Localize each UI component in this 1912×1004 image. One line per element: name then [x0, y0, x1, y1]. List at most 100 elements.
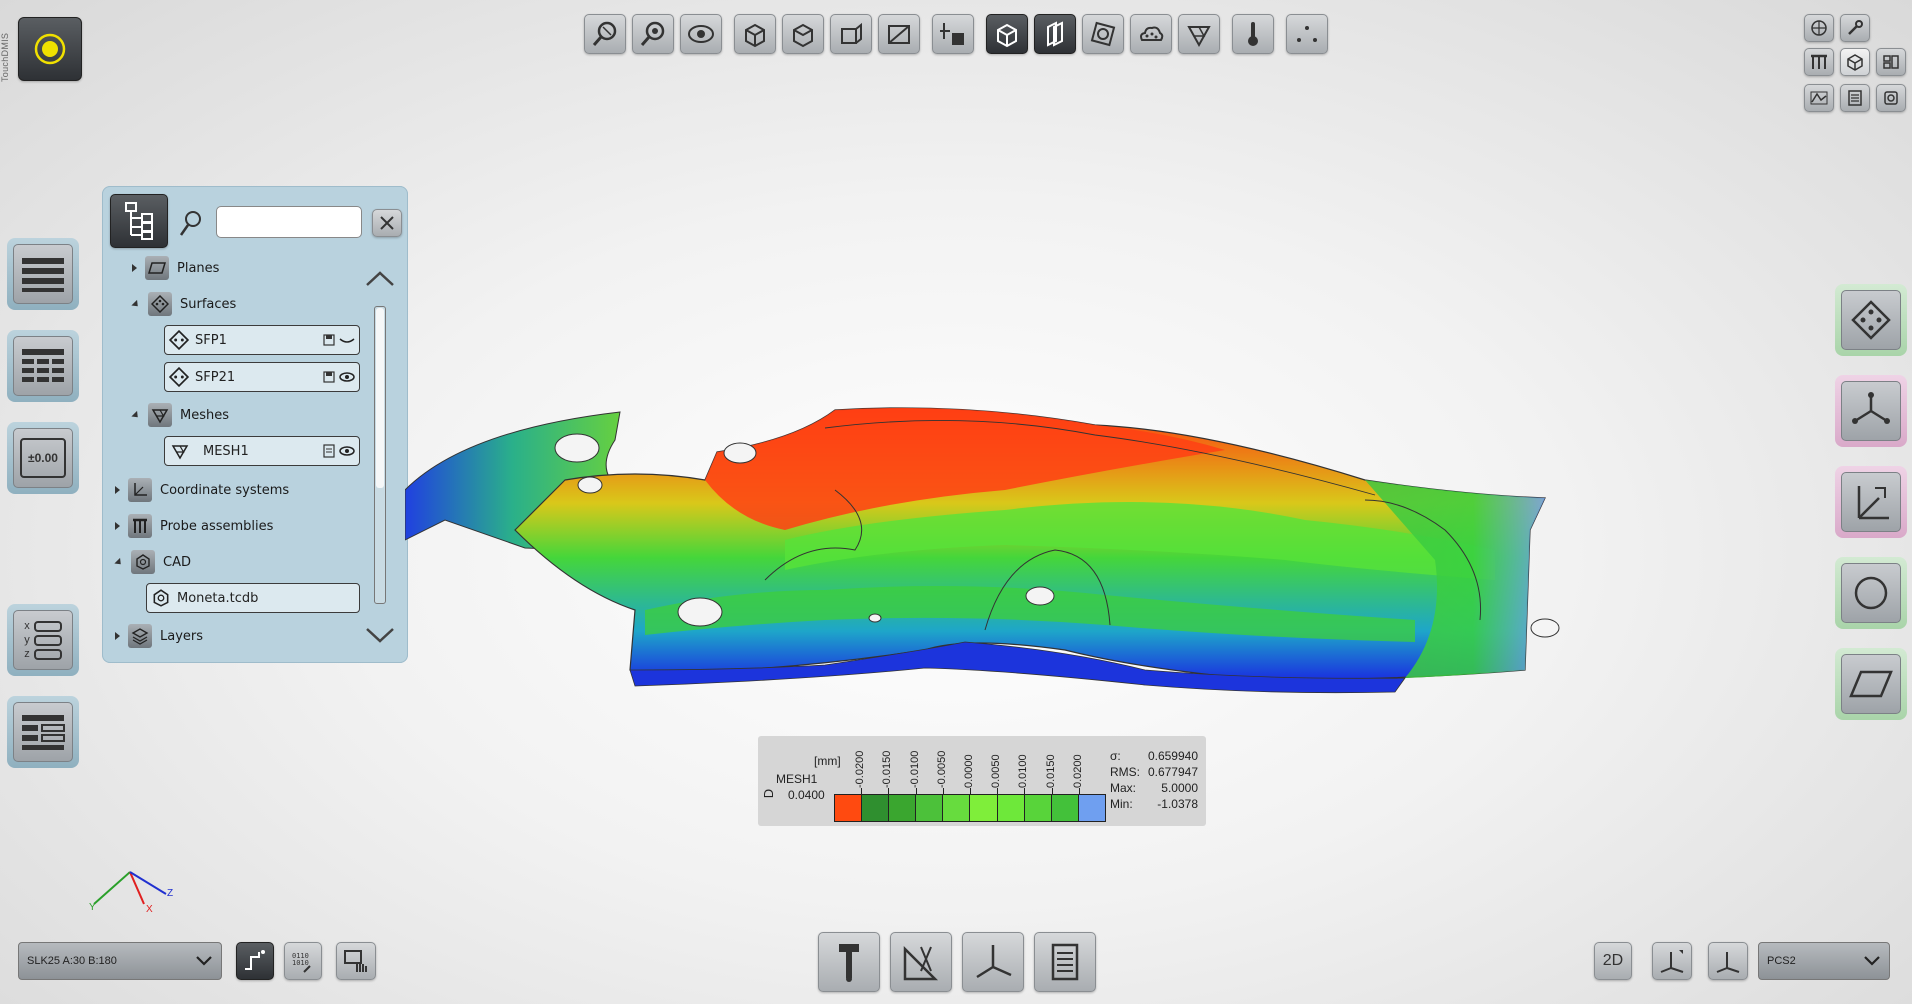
record-button[interactable]: [18, 17, 82, 81]
legend-color-swatch: [1077, 795, 1105, 821]
collapse-arrow-icon[interactable]: [131, 410, 141, 420]
close-icon: [380, 216, 394, 230]
surface-view-button[interactable]: [1034, 14, 1076, 54]
binary-mode-button[interactable]: 0110 1010: [284, 942, 322, 980]
tree-item-cad-file[interactable]: Moneta.tcdb: [146, 583, 360, 613]
tree-view-button[interactable]: [110, 194, 168, 248]
tree-node-probe-assemblies[interactable]: Probe assemblies: [115, 512, 273, 540]
table-view-button[interactable]: [7, 330, 79, 402]
view-side-button[interactable]: [830, 14, 872, 54]
shaded-view-button[interactable]: [986, 14, 1028, 54]
xyz-values-button[interactable]: x y z: [7, 604, 79, 676]
cad-view-button[interactable]: [1840, 48, 1870, 76]
coordinate-system-button[interactable]: [1835, 466, 1907, 538]
cube-top-icon: [793, 23, 813, 48]
probe-view-button[interactable]: [932, 14, 974, 54]
axis-align-button[interactable]: [1652, 942, 1692, 980]
legend-color-swatch: [915, 795, 943, 821]
point-cloud-button[interactable]: [1130, 14, 1172, 54]
report-button[interactable]: [1840, 84, 1870, 112]
legend-tick-label: -0.0200: [854, 750, 867, 788]
tree-node-meshes[interactable]: Meshes: [131, 401, 229, 429]
tree-item-sfp1[interactable]: SFP1: [164, 325, 360, 355]
expand-arrow-icon[interactable]: [115, 632, 120, 640]
points-button[interactable]: [1286, 14, 1328, 54]
deviation-icon: D: [761, 788, 777, 799]
document-icon[interactable]: [323, 444, 335, 458]
view-top-button[interactable]: [782, 14, 824, 54]
zoom-button[interactable]: [632, 14, 674, 54]
feature-icon: [1090, 21, 1116, 47]
view-iso-button[interactable]: [734, 14, 776, 54]
wrench-icon: [1848, 20, 1863, 35]
expand-arrow-icon[interactable]: [132, 264, 137, 272]
clear-search-button[interactable]: [372, 209, 402, 237]
temperature-button[interactable]: [1232, 14, 1274, 54]
surface-feature-icon: [169, 367, 189, 387]
svg-text:1010: 1010: [292, 959, 309, 967]
probes-button[interactable]: [1804, 48, 1834, 76]
visible-eye-icon[interactable]: [339, 371, 355, 383]
tree-node-surfaces[interactable]: Surfaces: [131, 290, 236, 318]
section-view-button[interactable]: [878, 14, 920, 54]
coordinate-axes-button[interactable]: [962, 932, 1024, 992]
view-fit-button[interactable]: [680, 14, 722, 54]
feature-view-button[interactable]: [1082, 14, 1124, 54]
chevron-down-icon: [1864, 956, 1880, 966]
circle-feature-button[interactable]: [1835, 557, 1907, 629]
scrollbar-thumb[interactable]: [376, 308, 384, 488]
path-mode-button[interactable]: [236, 942, 274, 980]
cube-view-icon: [745, 23, 765, 48]
tree-node-planes[interactable]: Planes: [132, 254, 219, 282]
tolerance-button[interactable]: ±0.00: [7, 422, 79, 494]
tree-item-sfp21[interactable]: SFP21: [164, 362, 360, 392]
settings-icon: [1884, 91, 1898, 105]
program-list-button[interactable]: [7, 238, 79, 310]
probe-tool-button[interactable]: [818, 932, 880, 992]
expand-arrow-icon[interactable]: [115, 522, 120, 530]
manual-mode-button[interactable]: [336, 942, 376, 980]
mesh-feature-icon: [171, 445, 189, 460]
construct-button[interactable]: [890, 932, 952, 992]
zoom-window-button[interactable]: [584, 14, 626, 54]
save-icon[interactable]: [323, 334, 335, 346]
part-color-map[interactable]: [405, 380, 1710, 725]
coordinate-axes-icon: [976, 945, 1012, 979]
expand-arrow-icon[interactable]: [115, 486, 120, 494]
coordinate-system-select[interactable]: PCS2: [1758, 942, 1890, 980]
tree-item-mesh1[interactable]: MESH1: [164, 436, 360, 466]
mesh-view-button[interactable]: [1178, 14, 1220, 54]
thermometer-icon: [1248, 22, 1258, 46]
probe-select[interactable]: SLK25 A:30 B:180: [18, 942, 222, 980]
legend-range-value: 0.0400: [788, 788, 825, 802]
globe-icon: [1811, 20, 1827, 36]
mesh-icon: [1187, 26, 1211, 48]
tools-button[interactable]: [1840, 14, 1870, 42]
pcs-axes-button[interactable]: [1708, 942, 1748, 980]
list-icon: [22, 258, 64, 292]
report-view-button[interactable]: [1034, 932, 1096, 992]
hidden-eye-icon[interactable]: [339, 334, 355, 346]
tree-node-layers[interactable]: Layers: [115, 622, 203, 650]
collapse-arrow-icon[interactable]: [131, 299, 141, 309]
view-2d-button[interactable]: 2D: [1594, 942, 1632, 980]
tree-search-input[interactable]: [216, 206, 362, 238]
tree-node-coordinate-systems[interactable]: Coordinate systems: [115, 476, 289, 504]
properties-button[interactable]: [7, 696, 79, 768]
alignment-button[interactable]: [1835, 375, 1907, 447]
scroll-down-icon[interactable]: [364, 626, 396, 644]
machine-button[interactable]: [1804, 14, 1834, 42]
layout-button[interactable]: [1876, 48, 1906, 76]
tree-node-cad[interactable]: CAD: [114, 548, 191, 576]
settings-button[interactable]: [1876, 84, 1906, 112]
legend-color-swatch: [942, 795, 970, 821]
visible-eye-icon[interactable]: [339, 445, 355, 457]
collapse-arrow-icon[interactable]: [114, 557, 124, 567]
scan-button[interactable]: [1804, 84, 1834, 112]
legend-tick-label: 0.0100: [1017, 754, 1030, 788]
save-icon[interactable]: [323, 371, 335, 383]
surface-feature-button[interactable]: [1835, 284, 1907, 356]
scroll-up-icon[interactable]: [364, 270, 396, 288]
plane-feature-button[interactable]: [1835, 648, 1907, 720]
legend-tick-label: 0.0200: [1071, 754, 1084, 788]
